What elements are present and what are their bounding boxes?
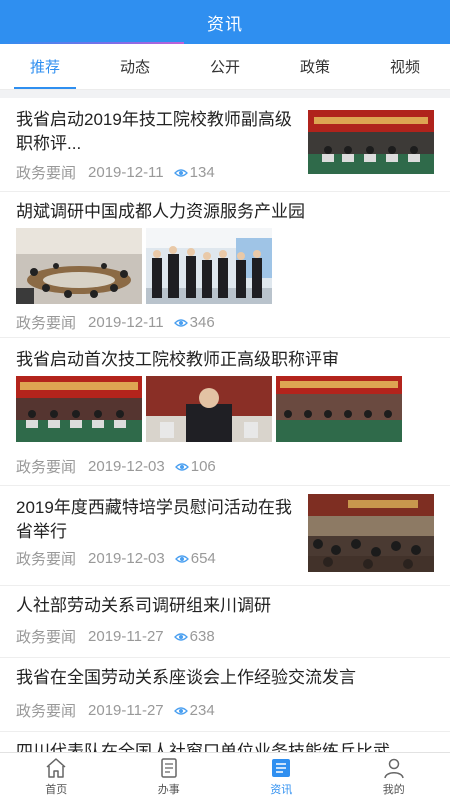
app-header: 资讯 — [0, 0, 450, 44]
home-icon — [46, 757, 66, 778]
article-source: 政务要闻 — [16, 703, 77, 720]
article-title: 我省在全国劳动关系座谈会上作经验交流发言 — [16, 668, 356, 687]
tabbar-label: 办事 — [157, 783, 180, 796]
article-date: 2019-12-03 — [88, 458, 165, 475]
article-title: 2019年度西藏特培学员慰问活动在我省举行 — [16, 498, 292, 541]
list-item[interactable]: 人社部劳动关系司调研组来川调研 政务要闻 2019-11-27 638 — [0, 586, 450, 658]
tab-policy[interactable]: 政策 — [270, 44, 360, 89]
eye-icon — [174, 706, 188, 716]
article-source: 政务要闻 — [16, 315, 77, 332]
tabbar-item-profile[interactable]: 我的 — [338, 753, 450, 800]
eye-icon — [175, 462, 189, 472]
list-item[interactable]: 我省在全国劳动关系座谈会上作经验交流发言 政务要闻 2019-11-27 234 — [0, 658, 450, 732]
article-meta: 政务要闻 2019-12-11 346 — [16, 312, 215, 333]
article-meta: 政务要闻 2019-11-27 234 — [16, 700, 215, 721]
view-count: 654 — [175, 550, 216, 567]
article-date: 2019-11-27 — [88, 702, 164, 719]
view-count: 346 — [174, 314, 215, 331]
tab-recommend[interactable]: 推荐 — [0, 44, 90, 89]
article-source: 政务要闻 — [16, 459, 77, 476]
list-item[interactable]: 我省启动2019年技工院校教师副高级职称评... 政务要闻 2019-12-11… — [0, 98, 450, 192]
article-thumbnail — [16, 228, 142, 304]
user-icon — [384, 758, 404, 778]
article-meta: 政务要闻 2019-12-11 134 — [16, 162, 215, 183]
article-source: 政务要闻 — [16, 551, 77, 568]
tabbar-label: 我的 — [382, 783, 405, 796]
list-item[interactable]: 2019年度西藏特培学员慰问活动在我省举行 政务要闻 2019-12-03 65… — [0, 486, 450, 586]
article-date: 2019-12-11 — [88, 314, 164, 331]
tab-news[interactable]: 动态 — [90, 44, 180, 89]
view-count: 638 — [174, 628, 215, 645]
view-count: 106 — [175, 458, 216, 475]
article-date: 2019-12-03 — [88, 550, 165, 567]
article-source: 政务要闻 — [16, 165, 77, 182]
tabbar-label: 资讯 — [270, 783, 293, 796]
article-meta: 政务要闻 2019-11-27 638 — [16, 626, 215, 647]
eye-icon — [174, 632, 188, 642]
article-meta: 政务要闻 2019-12-03 106 — [16, 456, 216, 477]
eye-icon — [175, 554, 189, 564]
tab-video[interactable]: 视频 — [360, 44, 450, 89]
article-title: 四川代表队在全国人社窗口单位业务技能练兵比武 — [16, 742, 390, 752]
page-title: 资讯 — [207, 14, 243, 34]
tabbar-item-news[interactable]: 资讯 — [225, 753, 338, 800]
article-title: 人社部劳动关系司调研组来川调研 — [16, 596, 271, 615]
view-count: 134 — [174, 164, 215, 181]
list-item[interactable]: 胡斌调研中国成都人力资源服务产业园 政务要闻 2019-12-11 346 — [0, 192, 450, 338]
article-meta: 政务要闻 2019-12-03 654 — [16, 548, 216, 569]
category-tabs: 推荐 动态 公开 政策 视频 — [0, 44, 450, 90]
article-thumbnail — [146, 228, 272, 304]
bottom-tab-bar: 首页 办事 资讯 我的 — [0, 752, 450, 800]
news-list: 我省启动2019年技工院校教师副高级职称评... 政务要闻 2019-12-11… — [0, 98, 450, 752]
article-title: 我省启动首次技工院校教师正高级职称评审 — [16, 350, 339, 369]
article-date: 2019-12-11 — [88, 164, 164, 181]
article-thumbnail — [308, 110, 434, 174]
article-thumbnail — [16, 376, 142, 442]
tabbar-item-services[interactable]: 办事 — [113, 753, 226, 800]
list-item[interactable]: 四川代表队在全国人社窗口单位业务技能练兵比武 — [0, 732, 450, 752]
list-item[interactable]: 我省启动首次技工院校教师正高级职称评审 政务要闻 2019-12-03 106 — [0, 338, 450, 486]
article-title: 我省启动2019年技工院校教师副高级职称评... — [16, 110, 292, 153]
article-title: 胡斌调研中国成都人力资源服务产业园 — [16, 202, 305, 221]
tabbar-label: 首页 — [45, 783, 68, 796]
section-divider — [0, 90, 450, 98]
article-date: 2019-11-27 — [88, 628, 164, 645]
article-thumbnail — [308, 494, 434, 572]
news-icon — [272, 758, 291, 777]
article-thumbnail — [276, 376, 402, 442]
eye-icon — [174, 318, 188, 328]
tabbar-item-home[interactable]: 首页 — [0, 753, 113, 800]
tab-public[interactable]: 公开 — [180, 44, 270, 89]
article-source: 政务要闻 — [16, 629, 77, 646]
document-icon — [161, 757, 177, 778]
article-thumbnail — [146, 376, 272, 442]
view-count: 234 — [174, 702, 215, 719]
eye-icon — [174, 168, 188, 178]
